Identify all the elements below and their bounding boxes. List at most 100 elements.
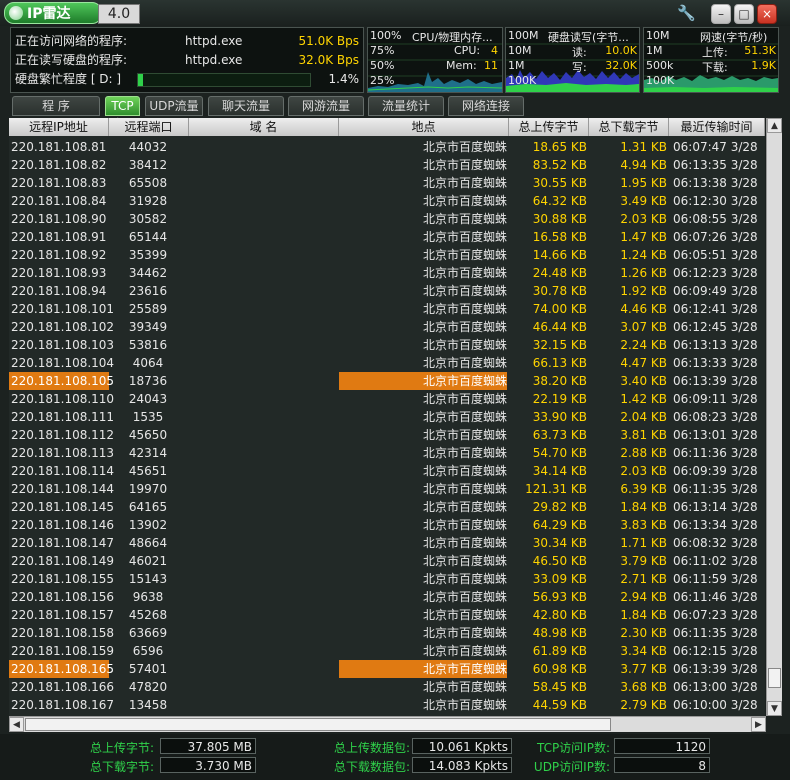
table-row[interactable]: 220.181.108.155 15143 北京市百度蜘蛛 33.09 KB 2.71 … [9, 570, 765, 588]
last-transfer-cell: 06:13:33 3/28 [673, 356, 758, 370]
settings-wrench-icon[interactable]: 🔧 [677, 4, 696, 22]
table-row[interactable]: 220.181.108.144 19970 北京市百度蜘蛛 121.31 KB 6.39… [9, 480, 765, 498]
remote-port-cell: 57401 [128, 662, 168, 676]
domain-cell [189, 678, 339, 696]
tab-game-traffic[interactable]: 网游流量 [288, 96, 364, 116]
download-bytes-cell: 3.79 KB [620, 554, 667, 568]
scroll-up-arrow-icon[interactable]: ▲ [767, 118, 782, 133]
maximize-button[interactable]: □ [734, 4, 754, 24]
total-upload-value: 37.805 MB [160, 738, 256, 754]
col-location[interactable]: 地点 [339, 118, 509, 136]
table-row[interactable]: 220.181.108.146 13902 北京市百度蜘蛛 64.29 KB 3.83 … [9, 516, 765, 534]
vertical-scrollbar[interactable]: ▲ ▼ [766, 118, 782, 716]
table-row[interactable]: 220.181.108.157 45268 北京市百度蜘蛛 42.80 KB 1.84 … [9, 606, 765, 624]
table-row[interactable]: 220.181.108.103 53816 北京市百度蜘蛛 32.15 KB 2.24 … [9, 336, 765, 354]
table-row[interactable]: 220.181.108.159 6596 北京市百度蜘蛛 61.89 KB 3.34 K… [9, 642, 765, 660]
last-transfer-cell: 06:07:23 3/28 [673, 608, 758, 622]
last-transfer-cell: 06:09:39 3/28 [673, 464, 758, 478]
remote-port-cell: 46021 [128, 554, 168, 568]
download-bytes-cell: 2.71 KB [620, 572, 667, 586]
col-remote-ip[interactable]: 远程IP地址 [9, 118, 109, 136]
table-row[interactable]: 220.181.108.104 4064 北京市百度蜘蛛 66.13 KB 4.47 K… [9, 354, 765, 372]
table-row[interactable]: 220.181.108.82 38412 北京市百度蜘蛛 83.52 KB 4.94 K… [9, 156, 765, 174]
domain-cell [189, 444, 339, 462]
col-last-transfer[interactable]: 最近传输时间 [669, 118, 765, 136]
download-bytes-cell: 2.03 KB [620, 212, 667, 226]
download-packets-value: 14.083 Kpkts [412, 757, 512, 773]
remote-port-cell: 30582 [128, 212, 168, 226]
table-row[interactable]: 220.181.108.114 45651 北京市百度蜘蛛 34.14 KB 2.03 … [9, 462, 765, 480]
col-remote-port[interactable]: 远程端口 [109, 118, 189, 136]
upload-bytes-cell: 63.73 KB [532, 428, 587, 442]
download-bytes-cell: 1.42 KB [620, 392, 667, 406]
table-row[interactable]: 220.181.108.167 13458 北京市百度蜘蛛 44.59 KB 2.79 … [9, 696, 765, 714]
table-row[interactable]: 220.181.108.156 9638 北京市百度蜘蛛 56.93 KB 2.94 K… [9, 588, 765, 606]
table-row[interactable]: 220.181.108.81 44032 北京市百度蜘蛛 18.65 KB 1.31 K… [9, 138, 765, 156]
table-row[interactable]: 220.181.108.94 23616 北京市百度蜘蛛 30.78 KB 1.92 K… [9, 282, 765, 300]
app-logo: IP雷达 [4, 2, 102, 24]
radar-icon [9, 6, 23, 20]
location-cell: 北京市百度蜘蛛 [422, 644, 507, 658]
table-row[interactable]: 220.181.108.145 64165 北京市百度蜘蛛 29.82 KB 1.84 … [9, 498, 765, 516]
table-row[interactable]: 220.181.108.113 42314 北京市百度蜘蛛 54.70 KB 2.88 … [9, 444, 765, 462]
disk-write-label: 写: [572, 61, 587, 74]
domain-cell [189, 606, 339, 624]
last-transfer-cell: 06:12:30 3/28 [673, 194, 758, 208]
table-row[interactable]: 220.181.108.91 65144 北京市百度蜘蛛 16.58 KB 1.47 K… [9, 228, 765, 246]
upload-packets-label: 总上传数据包: [333, 741, 410, 755]
table-row[interactable]: 220.181.108.147 48664 北京市百度蜘蛛 30.34 KB 1.71 … [9, 534, 765, 552]
scroll-right-arrow-icon[interactable]: ▶ [751, 717, 766, 732]
net-down-value: 1.9K [751, 59, 776, 72]
tab-connections[interactable]: 网络连接 [448, 96, 524, 116]
table-row[interactable]: 220.181.108.166 47820 北京市百度蜘蛛 58.45 KB 3.68 … [9, 678, 765, 696]
vertical-scroll-thumb[interactable] [768, 668, 781, 688]
last-transfer-cell: 06:10:00 3/28 [673, 698, 758, 712]
table-row[interactable]: 220.181.108.90 30582 北京市百度蜘蛛 30.88 KB 2.03 K… [9, 210, 765, 228]
table-row[interactable]: 220.181.108.101 25589 北京市百度蜘蛛 74.00 KB 4.46 … [9, 300, 765, 318]
scroll-down-arrow-icon[interactable]: ▼ [767, 701, 782, 716]
table-row[interactable]: 220.181.108.149 46021 北京市百度蜘蛛 46.50 KB 3.79 … [9, 552, 765, 570]
table-row[interactable]: 220.181.108.165 57401 北京市百度蜘蛛 60.98 KB 3.77 … [9, 660, 765, 678]
table-row[interactable]: 220.181.108.110 24043 北京市百度蜘蛛 22.19 KB 1.42 … [9, 390, 765, 408]
disk-busy-value: 1.4% [328, 72, 360, 86]
location-cell: 北京市百度蜘蛛 [422, 230, 507, 244]
disk-write-value: 32.0K [605, 59, 637, 72]
download-bytes-cell: 3.83 KB [620, 518, 667, 532]
activity-panel: 正在访问网络的程序: httpd.exe 51.0K Bps 正在读写硬盘的程序… [10, 27, 364, 93]
domain-cell [189, 156, 339, 174]
scroll-left-arrow-icon[interactable]: ◀ [9, 717, 24, 732]
table-row[interactable]: 220.181.108.93 34462 北京市百度蜘蛛 24.48 KB 1.26 K… [9, 264, 765, 282]
location-cell: 北京市百度蜘蛛 [422, 590, 507, 604]
location-cell: 北京市百度蜘蛛 [422, 158, 507, 172]
upload-bytes-cell: 18.65 KB [532, 140, 587, 154]
table-row[interactable]: 220.181.108.84 31928 北京市百度蜘蛛 64.32 KB 3.49 K… [9, 192, 765, 210]
location-cell: 北京市百度蜘蛛 [422, 446, 507, 460]
horizontal-scroll-thumb[interactable] [25, 718, 611, 731]
tab-udp-traffic[interactable]: UDP流量 [145, 96, 203, 116]
tab-programs[interactable]: 程 序 [12, 96, 100, 116]
table-row[interactable]: 220.181.108.102 39349 北京市百度蜘蛛 46.44 KB 3.07 … [9, 318, 765, 336]
table-row[interactable]: 220.181.108.105 18736 北京市百度蜘蛛 38.20 KB 3.40 … [9, 372, 765, 390]
net-scale-100k: 100K [646, 74, 675, 87]
net-down-label: 下载: [702, 61, 728, 74]
close-button[interactable]: × [757, 4, 777, 24]
disk-program-name: httpd.exe [185, 53, 243, 67]
download-bytes-cell: 1.84 KB [620, 608, 667, 622]
table-row[interactable]: 220.181.108.112 45650 北京市百度蜘蛛 63.73 KB 3.81 … [9, 426, 765, 444]
tab-tcp-traffic[interactable]: TCP流量 [105, 96, 140, 131]
last-transfer-cell: 06:13:39 3/28 [673, 662, 758, 676]
location-cell: 北京市百度蜘蛛 [422, 572, 507, 586]
download-bytes-cell: 2.24 KB [620, 338, 667, 352]
table-row[interactable]: 220.181.108.92 35399 北京市百度蜘蛛 14.66 KB 1.24 K… [9, 246, 765, 264]
last-transfer-cell: 06:05:51 3/28 [673, 248, 758, 262]
table-row[interactable]: 220.181.108.83 65508 北京市百度蜘蛛 30.55 KB 1.95 K… [9, 174, 765, 192]
col-total-upload[interactable]: 总上传字节 [509, 118, 589, 136]
col-domain[interactable]: 域 名 [189, 118, 339, 136]
table-row[interactable]: 220.181.108.111 1535 北京市百度蜘蛛 33.90 KB 2.04 K… [9, 408, 765, 426]
minimize-button[interactable]: – [711, 4, 731, 24]
tab-chat-traffic[interactable]: 聊天流量 [208, 96, 284, 116]
table-row[interactable]: 220.181.108.158 63669 北京市百度蜘蛛 48.98 KB 2.30 … [9, 624, 765, 642]
col-total-download[interactable]: 总下载字节 [589, 118, 669, 136]
tab-traffic-stats[interactable]: 流量统计 [368, 96, 444, 116]
horizontal-scrollbar[interactable]: ◀ ▶ [9, 716, 766, 732]
